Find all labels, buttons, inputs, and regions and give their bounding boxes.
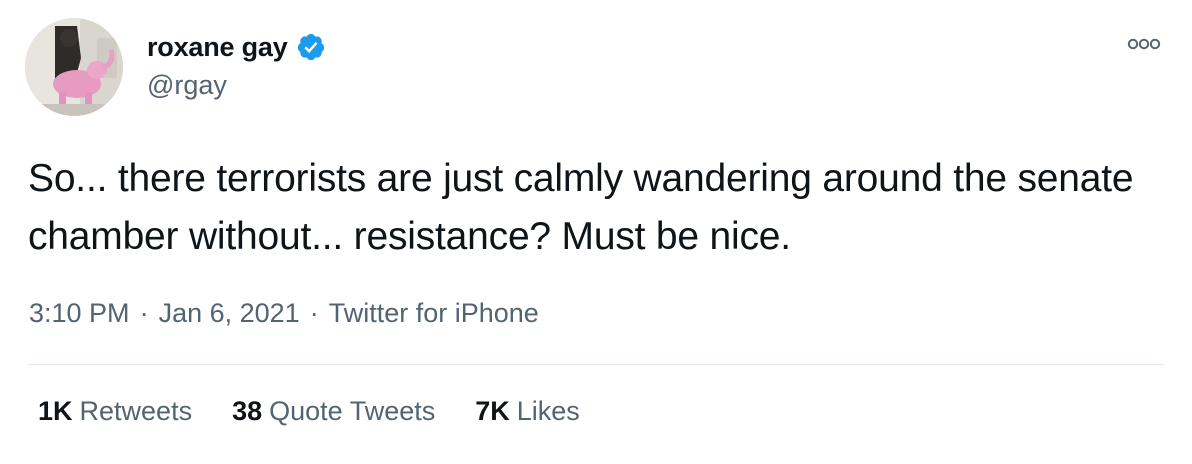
avatar[interactable] [25,18,123,116]
tweet-meta: 3:10 PM · Jan 6, 2021 · Twitter for iPho… [29,298,539,329]
tweet-card: roxane gay @rgay So... there terrorists … [0,0,1192,464]
profile-photo [25,18,123,116]
likes-stat[interactable]: 7K Likes [475,396,580,427]
retweets-label: Retweets [79,396,193,426]
quote-tweets-label: Quote Tweets [269,396,436,426]
retweets-stat[interactable]: 1K Retweets [38,396,192,427]
likes-count: 7K [475,396,510,426]
verified-badge-icon [296,32,326,62]
tweet-date[interactable]: Jan 6, 2021 [159,298,300,329]
meta-separator: · [139,298,149,328]
meta-separator: · [309,298,319,328]
quote-tweets-count: 38 [232,396,263,426]
author-name-row: roxane gay [147,30,326,64]
likes-label: Likes [516,396,580,426]
display-name[interactable]: roxane gay [147,32,288,63]
more-options-icon[interactable] [1127,36,1161,52]
quote-tweets-stat[interactable]: 38 Quote Tweets [232,396,435,427]
retweets-count: 1K [38,396,73,426]
tweet-source[interactable]: Twitter for iPhone [329,298,539,329]
tweet-text: So... there terrorists are just calmly w… [28,157,1134,258]
tweet-stats: 1K Retweets 38 Quote Tweets 7K Likes [38,396,580,427]
author-handle[interactable]: @rgay [147,70,227,101]
tweet-time[interactable]: 3:10 PM [29,298,130,329]
divider [28,364,1164,365]
